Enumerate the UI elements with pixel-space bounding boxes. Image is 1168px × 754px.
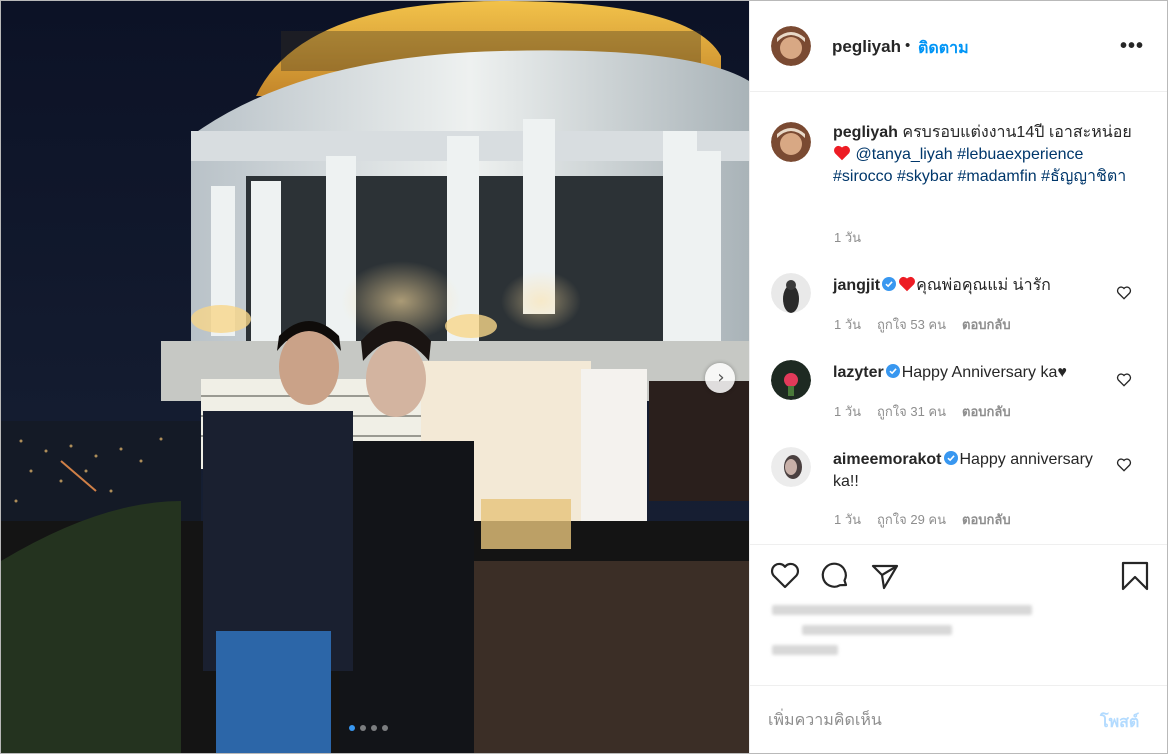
avatar[interactable] xyxy=(771,447,811,487)
post-side-panel: pegliyah • ติดตาม ••• pegliyah ครบรอบแต่… xyxy=(749,1,1167,753)
verified-badge-icon xyxy=(882,277,897,291)
mention-link[interactable]: @tanya_liyah xyxy=(855,146,952,163)
blurred-likes-summary xyxy=(772,605,1032,665)
action-bar xyxy=(750,544,1167,667)
post-photo[interactable]: › xyxy=(1,1,749,753)
comment-timestamp: 1 วัน xyxy=(834,404,862,419)
reply-button[interactable]: ตอบกลับ xyxy=(962,404,1011,419)
heart-like-icon[interactable] xyxy=(1116,457,1132,473)
comment-username[interactable]: jangjit xyxy=(833,277,880,294)
comment-text: aimeemorakot Happy anniversary ka!! xyxy=(833,449,1123,493)
share-paper-plane-icon[interactable] xyxy=(869,560,901,592)
carousel-dot xyxy=(382,725,388,731)
next-slide-button[interactable]: › xyxy=(705,363,735,393)
follow-button[interactable]: ติดตาม xyxy=(918,36,969,61)
comment-body: Happy Anniversary ka♥ xyxy=(901,364,1067,381)
comment-input[interactable] xyxy=(768,706,1068,736)
carousel-dot xyxy=(360,725,366,731)
chevron-right-icon: › xyxy=(717,367,725,388)
heart-like-icon[interactable] xyxy=(1116,285,1132,301)
caption-body: ครบรอบแต่งงาน14ปี เอาสะหน่อย xyxy=(902,124,1132,141)
separator-dot: • xyxy=(905,37,911,54)
more-options-icon[interactable]: ••• xyxy=(1120,35,1144,58)
red-heart-icon xyxy=(899,276,916,292)
carousel-indicators xyxy=(349,725,388,731)
comment-likes[interactable]: ถูกใจ 29 คน xyxy=(877,512,946,527)
comment-meta: 1 วัน ถูกใจ 29 คน ตอบกลับ xyxy=(834,509,1027,530)
reply-button[interactable]: ตอบกลับ xyxy=(962,512,1011,527)
caption-username[interactable]: pegliyah xyxy=(833,124,898,141)
comment-bubble-icon[interactable] xyxy=(819,560,851,592)
comment-timestamp: 1 วัน xyxy=(834,317,862,332)
comment-likes[interactable]: ถูกใจ 31 คน xyxy=(877,404,946,419)
instagram-post-modal: › pegliyah • ติดตาม ••• pegliyah ครบรอบแ… xyxy=(0,0,1168,754)
comment-likes[interactable]: ถูกใจ 53 คน xyxy=(877,317,946,332)
add-comment-bar: โพสต์ xyxy=(750,685,1167,753)
avatar[interactable] xyxy=(771,360,811,400)
red-heart-icon xyxy=(834,145,850,161)
comment-username[interactable]: aimeemorakot xyxy=(833,451,942,468)
comment-text: lazyter Happy Anniversary ka♥ xyxy=(833,362,1123,384)
avatar[interactable] xyxy=(771,273,811,313)
comment-meta: 1 วัน ถูกใจ 31 คน ตอบกลับ xyxy=(834,401,1027,422)
bookmark-icon[interactable] xyxy=(1119,560,1151,592)
comment-body: คุณพ่อคุณแม่ น่ารัก xyxy=(916,277,1051,294)
post-comment-button[interactable]: โพสต์ xyxy=(1100,710,1139,735)
comment-text: jangjit คุณพ่อคุณแม่ น่ารัก xyxy=(833,275,1123,297)
avatar[interactable] xyxy=(771,26,811,66)
heart-like-icon[interactable] xyxy=(1116,372,1132,388)
verified-badge-icon xyxy=(885,364,900,378)
caption-timestamp: 1 วัน xyxy=(834,230,862,245)
like-heart-icon[interactable] xyxy=(769,560,801,592)
reply-button[interactable]: ตอบกลับ xyxy=(962,317,1011,332)
carousel-dot xyxy=(371,725,377,731)
post-header: pegliyah • ติดตาม ••• xyxy=(750,1,1167,92)
verified-badge-icon xyxy=(943,451,958,465)
avatar[interactable] xyxy=(771,122,811,162)
night-rooftop-photo xyxy=(1,1,749,753)
comment-username[interactable]: lazyter xyxy=(833,364,884,381)
caption-text: pegliyah ครบรอบแต่งงาน14ปี เอาสะหน่อย @t… xyxy=(833,122,1133,188)
carousel-dot xyxy=(349,725,355,731)
comment-meta: 1 วัน ถูกใจ 53 คน ตอบกลับ xyxy=(834,314,1027,335)
comment-timestamp: 1 วัน xyxy=(834,512,862,527)
author-username[interactable]: pegliyah xyxy=(832,37,901,57)
